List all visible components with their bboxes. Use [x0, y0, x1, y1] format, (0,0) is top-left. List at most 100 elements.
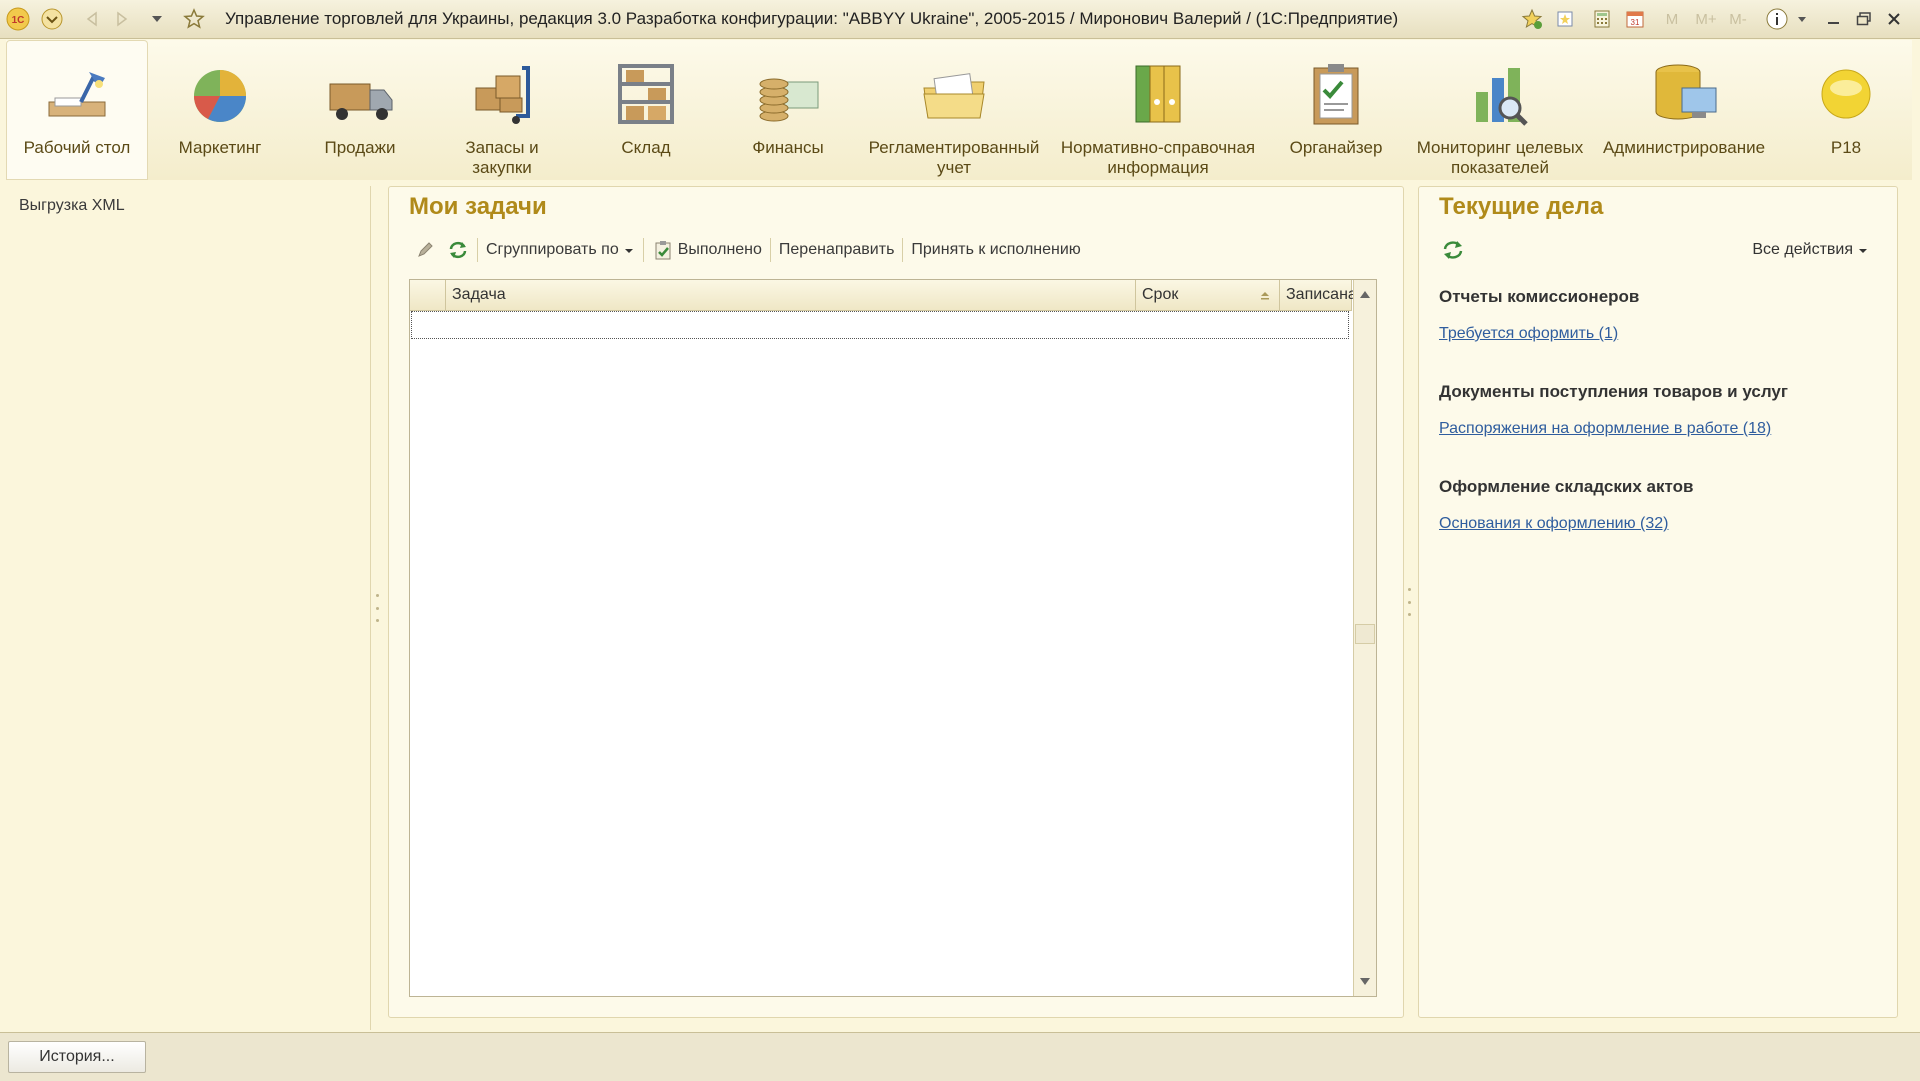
- section-organizer[interactable]: Органайзер: [1272, 40, 1400, 180]
- table-row-selected[interactable]: [411, 311, 1349, 339]
- chevron-down-icon: [624, 249, 633, 253]
- section-warehouse[interactable]: Склад: [582, 40, 710, 180]
- section-label: Финансы: [752, 138, 824, 157]
- forward-arrow-icon[interactable]: [110, 7, 134, 31]
- section-sales[interactable]: Продажи: [296, 40, 424, 180]
- restore-icon[interactable]: [1852, 7, 1876, 31]
- memory-minus-icon[interactable]: M-: [1722, 7, 1754, 31]
- edit-button[interactable]: [409, 236, 441, 264]
- navigation-panel: Выгрузка XML: [6, 186, 371, 1030]
- all-actions-button[interactable]: Все действия: [1752, 241, 1869, 259]
- tasks-table[interactable]: Задача Срок Записана: [409, 279, 1377, 997]
- back-arrow-icon[interactable]: [80, 7, 104, 31]
- svg-text:1С: 1С: [12, 15, 25, 26]
- database-computer-icon: [1655, 64, 1717, 120]
- shelves-icon: [618, 64, 674, 124]
- calendar-icon[interactable]: 31: [1623, 7, 1647, 31]
- column-label: Срок: [1142, 286, 1179, 303]
- left-splitter[interactable]: [376, 594, 380, 622]
- section-label: Мониторинг целевых показателей: [1416, 138, 1584, 177]
- section-reference-info[interactable]: Нормативно-справочная информация: [1058, 40, 1258, 180]
- memory-m-icon[interactable]: M: [1660, 7, 1684, 31]
- group-link[interactable]: Требуется оформить (1): [1439, 325, 1618, 343]
- calculator-icon[interactable]: [1590, 7, 1614, 31]
- section-inventory-purchases[interactable]: Запасы и закупки: [438, 40, 566, 180]
- main-menu-icon[interactable]: [40, 7, 64, 31]
- section-label: Регламентированный учет: [868, 138, 1040, 177]
- group-link[interactable]: Основания к оформлению (32): [1439, 515, 1669, 533]
- my-tasks-title: Мои задачи: [409, 193, 547, 220]
- coins-icon: [759, 78, 819, 122]
- section-finance[interactable]: Финансы: [724, 40, 852, 180]
- column-header-deadline[interactable]: Срок: [1136, 280, 1280, 310]
- add-favorite-icon[interactable]: [1520, 7, 1544, 31]
- history-button[interactable]: История...: [8, 1041, 146, 1073]
- pencil-icon: [418, 242, 433, 257]
- history-dropdown-icon[interactable]: [145, 7, 169, 31]
- column-header-recorded[interactable]: Записана: [1280, 280, 1357, 310]
- favorites-star-icon[interactable]: [182, 7, 206, 31]
- bookmarks-icon[interactable]: [1553, 7, 1577, 31]
- section-administration[interactable]: Администрирование: [1596, 40, 1772, 180]
- section-label: Склад: [621, 138, 671, 157]
- group-by-button[interactable]: Сгруппировать по: [480, 236, 641, 264]
- column-header-marker[interactable]: [410, 280, 446, 310]
- group-heading: Отчеты комиссионеров: [1439, 287, 1640, 306]
- toolbar-separator: [769, 238, 771, 262]
- done-label: Выполнено: [677, 241, 762, 258]
- pie-chart-icon: [194, 70, 246, 122]
- section-label: Нормативно-справочная информация: [1060, 138, 1256, 177]
- sort-ascending-icon: [1261, 292, 1269, 300]
- clipboard-check-icon: [655, 241, 671, 260]
- scroll-down-icon[interactable]: [1354, 970, 1376, 992]
- tasks-toolbar: Сгруппировать по Выполнено Перенаправить…: [409, 235, 1087, 265]
- desk-lamp-icon: [48, 72, 106, 117]
- scroll-thumb[interactable]: [1355, 624, 1375, 644]
- minimize-icon[interactable]: [1822, 7, 1846, 31]
- current-affairs-title: Текущие дела: [1439, 193, 1604, 220]
- section-label: Органайзер: [1289, 138, 1383, 157]
- group-by-label: Сгруппировать по: [486, 241, 619, 258]
- info-dropdown-icon[interactable]: [1790, 7, 1814, 31]
- done-button[interactable]: Выполнено: [646, 236, 768, 264]
- vertical-scrollbar[interactable]: [1353, 280, 1376, 996]
- my-tasks-panel: Мои задачи Сгруппировать по Выполнено Пе…: [388, 186, 1404, 1018]
- refresh-button[interactable]: [441, 236, 475, 264]
- refresh-button[interactable]: [1441, 239, 1465, 266]
- table-header: Задача Срок Записана: [410, 280, 1357, 311]
- all-actions-label: Все действия: [1752, 241, 1853, 258]
- section-regulated-accounting[interactable]: Регламентированный учет: [866, 40, 1042, 180]
- current-affairs-panel: Текущие дела Все действия Отчеты комисси…: [1418, 186, 1898, 1018]
- memory-plus-icon[interactable]: M+: [1690, 7, 1722, 31]
- yellow-circle-icon: [1821, 69, 1871, 119]
- group-heading: Оформление складских актов: [1439, 477, 1694, 496]
- info-icon[interactable]: [1765, 7, 1789, 31]
- section-p18[interactable]: P18: [1782, 40, 1910, 180]
- column-header-task[interactable]: Задача: [446, 280, 1136, 310]
- binders-icon: [1135, 65, 1181, 123]
- group-heading: Документы поступления товаров и услуг: [1439, 382, 1788, 401]
- nav-item-xml-export[interactable]: Выгрузка XML: [19, 197, 125, 215]
- app-logo-icon[interactable]: 1С: [6, 7, 30, 31]
- right-splitter[interactable]: [1408, 588, 1412, 616]
- truck-icon: [329, 83, 393, 120]
- section-desktop[interactable]: Рабочий стол: [6, 40, 148, 180]
- section-kpi-monitoring[interactable]: Мониторинг целевых показателей: [1412, 40, 1588, 180]
- clipboard-icon: [1313, 64, 1359, 125]
- group-link[interactable]: Распоряжения на оформление в работе (18): [1439, 420, 1771, 438]
- redirect-button[interactable]: Перенаправить: [773, 236, 901, 264]
- accept-button[interactable]: Принять к исполнению: [905, 236, 1086, 264]
- folder-documents-icon: [923, 73, 985, 119]
- toolbar-separator: [902, 238, 904, 262]
- close-icon[interactable]: [1882, 7, 1906, 31]
- chevron-down-icon: [1859, 249, 1867, 253]
- toolbar-separator: [642, 238, 644, 262]
- status-bar: История...: [0, 1032, 1920, 1081]
- section-marketing[interactable]: Маркетинг: [156, 40, 284, 180]
- section-label: Маркетинг: [178, 138, 262, 157]
- toolbar-separator: [477, 238, 478, 262]
- section-label: P18: [1830, 138, 1862, 157]
- scroll-up-icon[interactable]: [1354, 284, 1376, 306]
- bar-chart-magnifier-icon: [1476, 68, 1528, 126]
- boxes-cart-icon: [475, 66, 530, 124]
